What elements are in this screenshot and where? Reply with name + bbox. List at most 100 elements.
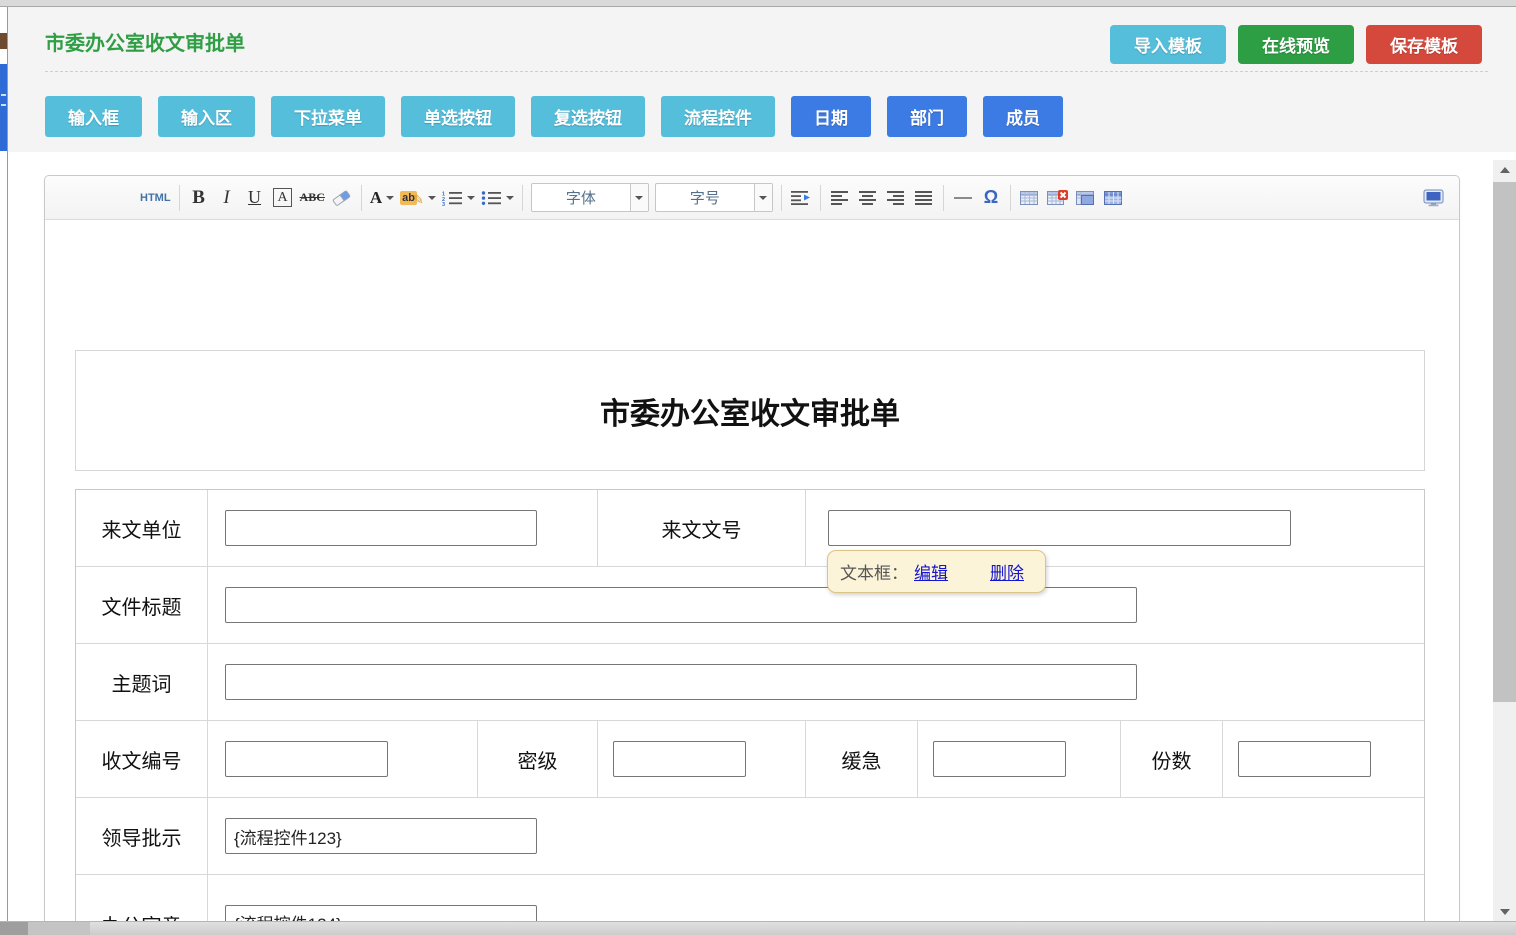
toolbar-separator (179, 185, 180, 211)
palette-dropdown-button[interactable]: 下拉菜单 (271, 96, 385, 137)
remove-format-button[interactable] (328, 184, 356, 212)
cell-properties-button[interactable] (1072, 184, 1100, 212)
delete-table-button[interactable] (1044, 184, 1072, 212)
chevron-down-icon (635, 196, 643, 200)
table-properties-icon (1104, 190, 1123, 206)
bold-button[interactable]: B (185, 184, 213, 212)
horizontal-scrollbar-thumb[interactable] (28, 922, 90, 935)
align-left-icon (831, 191, 848, 205)
cell-secrecy-level (598, 721, 806, 797)
toolbar-separator (522, 185, 523, 211)
table-row: 主题词 (76, 644, 1424, 721)
horizontal-scrollbar[interactable] (0, 921, 1516, 935)
ordered-list-button[interactable]: 1 2 3 (439, 184, 478, 212)
label-receipt-serial: 收文编号 (76, 721, 208, 797)
align-center-button[interactable] (854, 184, 882, 212)
insert-table-icon (1020, 190, 1039, 206)
header-band: 市委办公室收文审批单 导入模板 在线预览 保存模板 输入框 输入区 下拉菜单 单… (8, 7, 1516, 153)
align-justify-icon (915, 191, 932, 205)
palette-textarea-button[interactable]: 输入区 (158, 96, 255, 137)
urgency-input[interactable] (933, 741, 1066, 777)
label-urgency: 缓急 (806, 721, 918, 797)
app-window: 市委办公室收文审批单 导入模板 在线预览 保存模板 输入框 输入区 下拉菜单 单… (0, 0, 1516, 935)
palette-checkbox-button[interactable]: 复选按钮 (531, 96, 645, 137)
font-color-button[interactable]: A (367, 184, 397, 212)
import-template-button[interactable]: 导入模板 (1110, 25, 1226, 64)
cell-subject-words (208, 644, 1424, 720)
font-size-label: 字号 (656, 184, 754, 211)
unordered-list-button[interactable] (478, 184, 517, 212)
toolbar-separator (781, 185, 782, 211)
horizontal-rule-icon (954, 197, 972, 199)
font-size-select[interactable]: 字号 (655, 183, 773, 212)
delete-link[interactable]: 删除 (990, 559, 1024, 584)
highlight-color-button[interactable]: ab✎ (397, 184, 439, 212)
font-size-dropdown-button[interactable] (754, 184, 772, 211)
align-left-button[interactable] (826, 184, 854, 212)
form-table: 来文单位 来文文号 文件标题 (75, 489, 1425, 935)
receipt-serial-input[interactable] (225, 741, 388, 777)
edit-link[interactable]: 编辑 (914, 559, 948, 584)
align-justify-button[interactable] (910, 184, 938, 212)
subject-words-input[interactable] (225, 664, 1137, 700)
dashed-divider (45, 71, 1488, 72)
sliver-blue-block (0, 64, 7, 151)
palette-department-button[interactable]: 部门 (887, 96, 967, 137)
underline-button[interactable]: U (241, 184, 269, 212)
incoming-number-input[interactable] (828, 510, 1291, 546)
table-row: 来文单位 来文文号 (76, 490, 1424, 567)
horizontal-rule-button[interactable] (949, 184, 977, 212)
font-family-dropdown-button[interactable] (630, 184, 648, 211)
online-preview-button[interactable]: 在线预览 (1238, 25, 1354, 64)
palette-flow-control-button[interactable]: 流程控件 (661, 96, 775, 137)
vertical-scrollbar-thumb[interactable] (1493, 182, 1516, 702)
insert-table-button[interactable] (1016, 184, 1044, 212)
chevron-down-icon (506, 196, 514, 200)
secrecy-level-input[interactable] (613, 741, 746, 777)
align-center-icon (859, 191, 876, 205)
italic-button[interactable]: I (213, 184, 241, 212)
toolbar-separator (820, 185, 821, 211)
font-family-label: 字体 (532, 184, 630, 211)
form-title-box: 市委办公室收文审批单 (75, 350, 1425, 471)
cell-copies (1223, 721, 1424, 797)
cell-leader-instructions (208, 798, 1424, 874)
align-right-button[interactable] (882, 184, 910, 212)
label-leader-instructions: 领导批示 (76, 798, 208, 874)
chevron-down-icon (428, 196, 436, 200)
strikethrough-button[interactable]: ABC (297, 184, 328, 212)
tooltip-label: 文本框： (840, 559, 908, 584)
indent-button[interactable] (787, 184, 815, 212)
scroll-down-button[interactable] (1493, 902, 1516, 922)
window-top-edge (0, 0, 1516, 7)
table-properties-button[interactable] (1100, 184, 1128, 212)
table-row: 文件标题 (76, 567, 1424, 644)
font-family-select[interactable]: 字体 (531, 183, 649, 212)
cell-document-title (208, 567, 1424, 643)
triangle-up-icon (1500, 167, 1510, 173)
vertical-scrollbar[interactable] (1493, 160, 1516, 922)
font-style-box-button[interactable]: A (269, 184, 297, 212)
boxed-a-icon: A (273, 188, 291, 207)
scroll-up-button[interactable] (1493, 160, 1516, 180)
editor-content[interactable]: 市委办公室收文审批单 来文单位 来文文号 文件标题 (45, 220, 1459, 935)
fullscreen-button[interactable] (1419, 184, 1447, 212)
palette-input-box-button[interactable]: 输入框 (45, 96, 142, 137)
label-secrecy-level: 密级 (478, 721, 598, 797)
cell-urgency (918, 721, 1121, 797)
label-incoming-unit: 来文单位 (76, 490, 208, 566)
toolbar-separator (943, 185, 944, 211)
palette-member-button[interactable]: 成员 (983, 96, 1063, 137)
copies-input[interactable] (1238, 741, 1371, 777)
palette-radio-button[interactable]: 单选按钮 (401, 96, 515, 137)
save-template-button[interactable]: 保存模板 (1366, 25, 1482, 64)
special-char-button[interactable]: Ω (977, 184, 1005, 212)
design-area: HTML B I U A ABC A (8, 152, 1516, 935)
incoming-unit-input[interactable] (225, 510, 537, 546)
leader-instructions-input[interactable] (225, 818, 537, 854)
eraser-icon (332, 190, 351, 206)
chevron-down-icon (386, 196, 394, 200)
font-color-icon: A (370, 188, 382, 208)
palette-date-button[interactable]: 日期 (791, 96, 871, 137)
html-source-button[interactable]: HTML (137, 184, 174, 212)
